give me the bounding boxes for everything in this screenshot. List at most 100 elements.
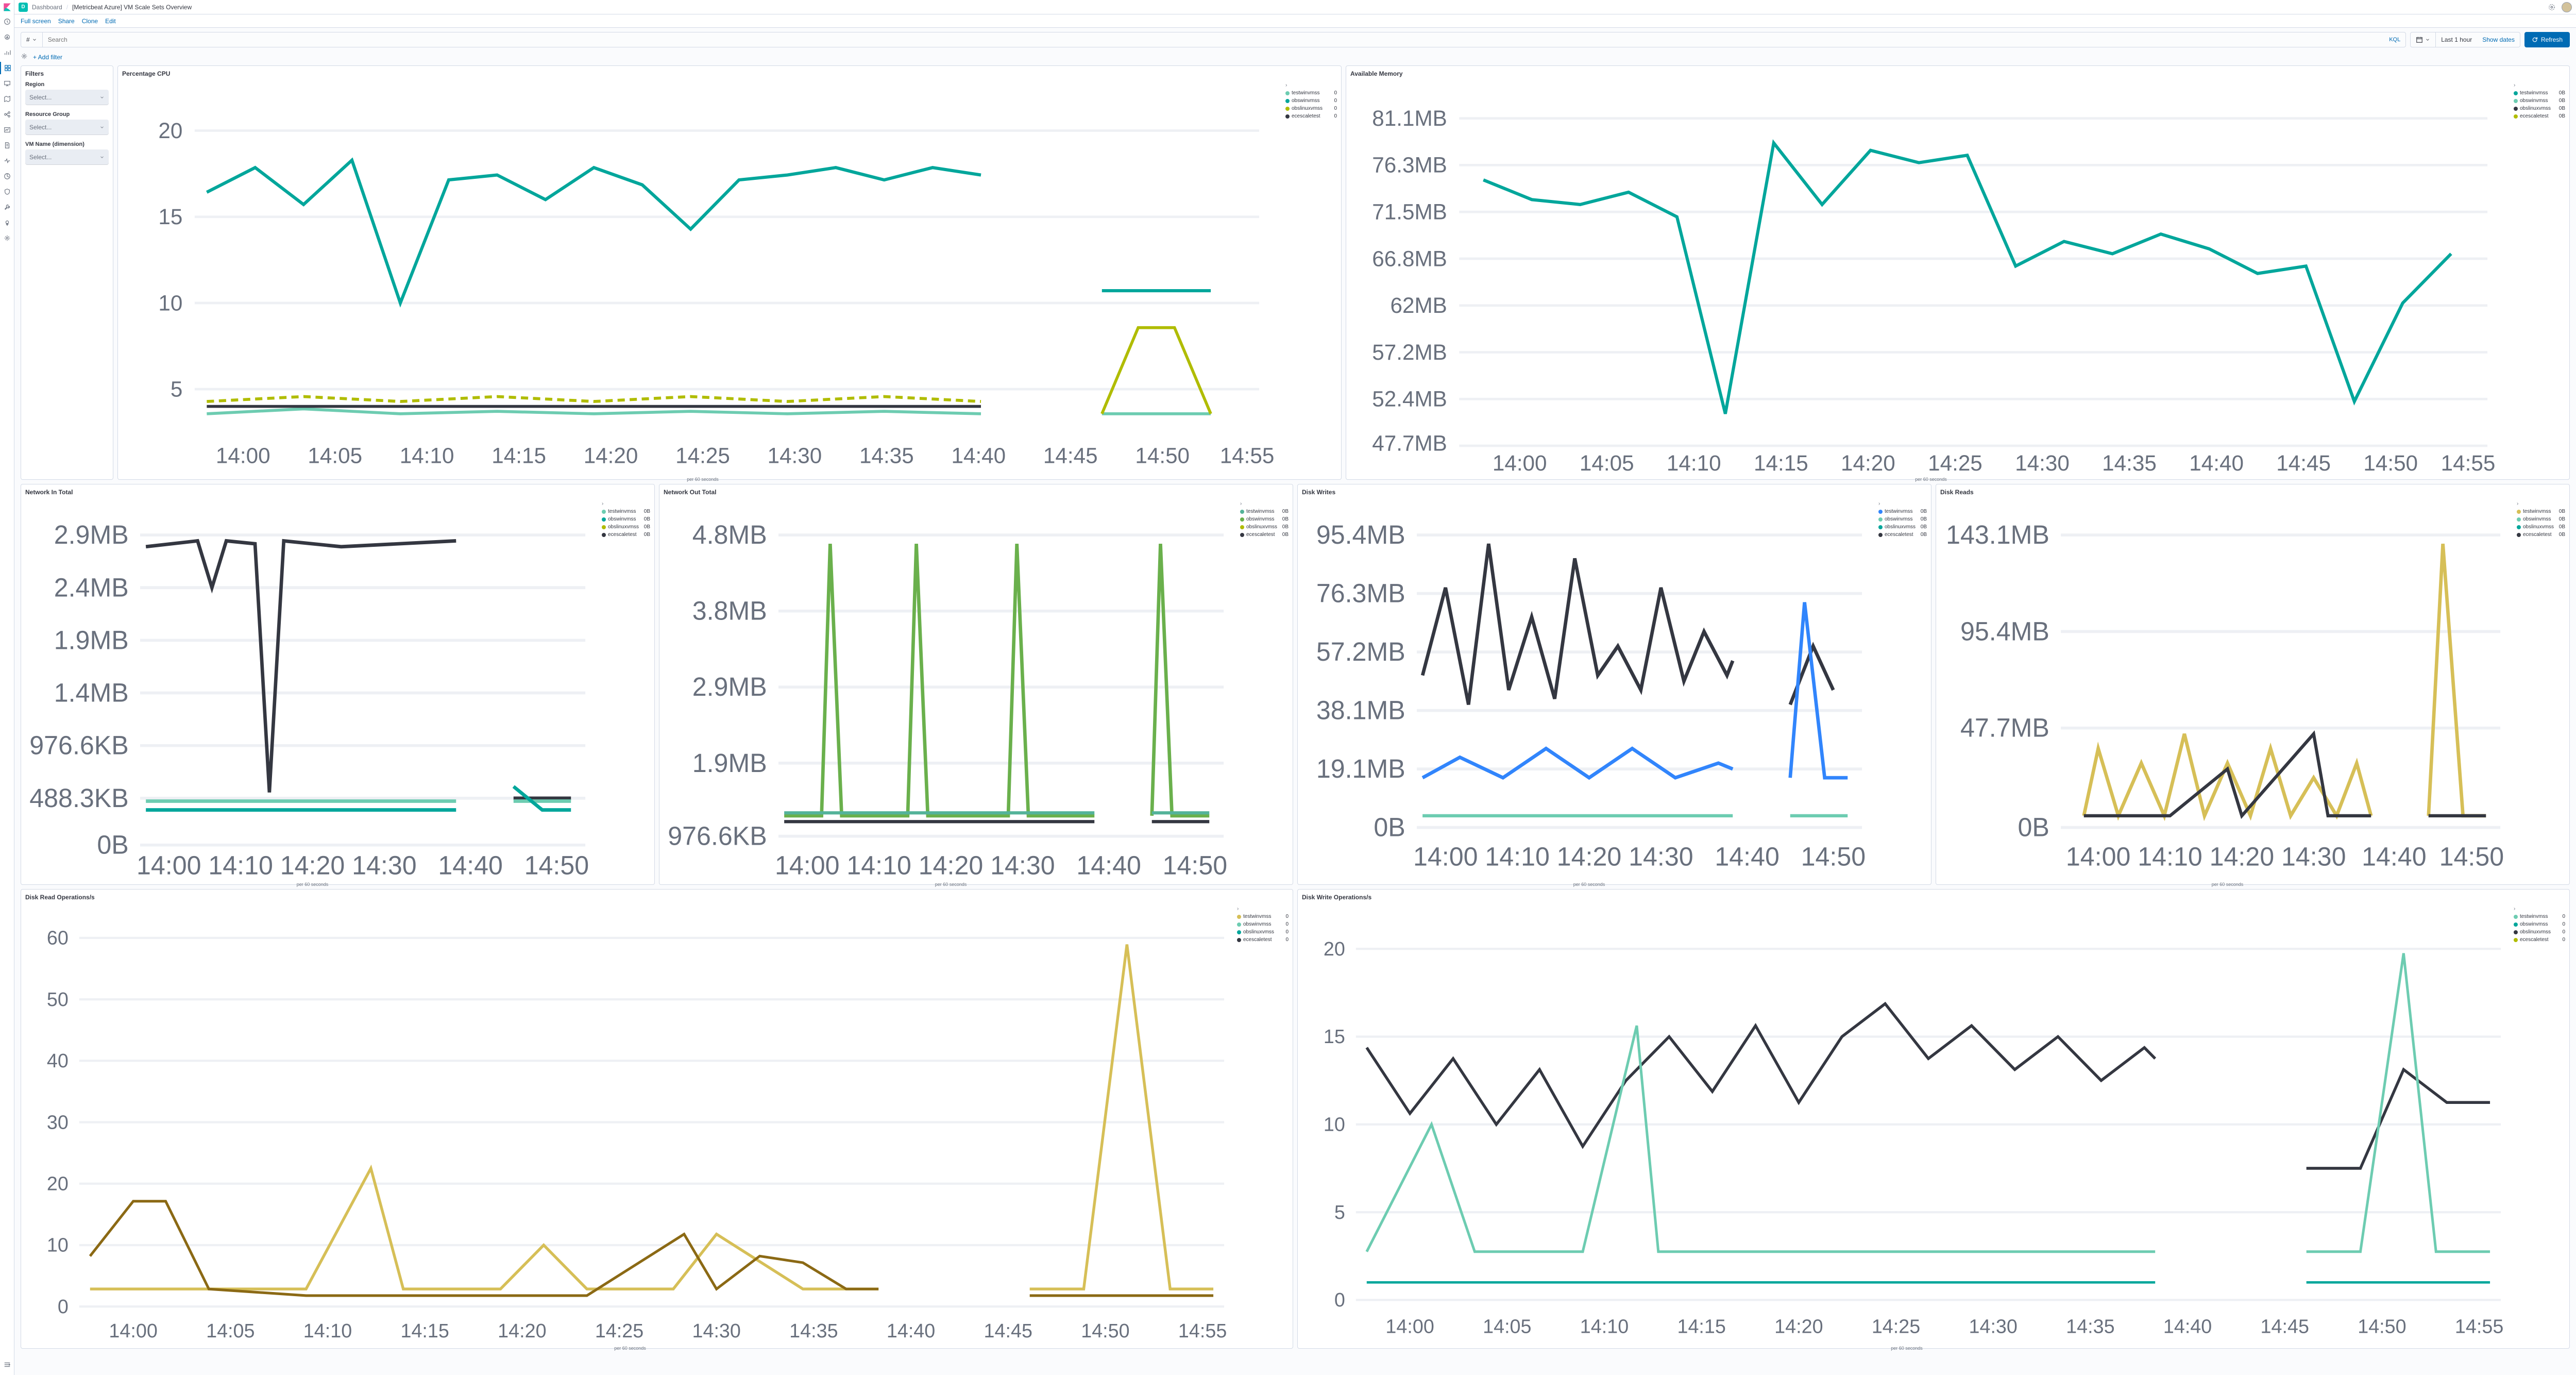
legend-item[interactable]: ecescaletest0 bbox=[1237, 936, 1289, 944]
nav-recently-viewed-icon[interactable] bbox=[0, 15, 14, 28]
dreadops-chart[interactable]: 6050403020100 14:0014:0514:1014:1514:201… bbox=[25, 905, 1235, 1344]
legend-collapse-icon[interactable]: › bbox=[1878, 501, 1880, 507]
legend-item[interactable]: obslinuxvmss0B bbox=[2514, 105, 2565, 112]
legend-collapse-icon[interactable]: › bbox=[1240, 501, 1242, 507]
legend-item[interactable]: obswinvmss0B bbox=[602, 515, 650, 523]
legend-item[interactable]: ecescaletest0 bbox=[2514, 936, 2565, 944]
panel-title: Filters bbox=[25, 70, 109, 77]
refresh-button[interactable]: Refresh bbox=[2524, 32, 2570, 47]
show-dates-link[interactable]: Show dates bbox=[2477, 36, 2520, 43]
dreads-chart[interactable]: 143.1MB95.4MB47.7MB0B 14:0014:1014:2014:… bbox=[1940, 500, 2515, 880]
legend-item[interactable]: ecescaletest0B bbox=[1878, 531, 1927, 539]
rg-select[interactable]: Select... bbox=[25, 120, 109, 135]
legend-item[interactable]: obslinuxvmss0B bbox=[1878, 523, 1927, 531]
nav-apm-icon[interactable] bbox=[0, 155, 14, 167]
svg-text:14:40: 14:40 bbox=[1076, 850, 1141, 880]
svg-text:14:20: 14:20 bbox=[1774, 1316, 1823, 1337]
svg-text:14:10: 14:10 bbox=[2138, 842, 2202, 871]
kibana-logo-icon[interactable] bbox=[2, 2, 12, 12]
svg-text:14:50: 14:50 bbox=[2363, 450, 2418, 475]
legend-item[interactable]: obslinuxvmss0 bbox=[1237, 928, 1289, 936]
nav-ml-icon[interactable] bbox=[0, 108, 14, 121]
legend-item[interactable]: obswinvmss0B bbox=[2514, 97, 2565, 105]
legend-collapse-icon[interactable]: › bbox=[602, 501, 603, 507]
legend-item[interactable]: testwinvmss0B bbox=[2514, 89, 2565, 97]
legend-collapse-icon[interactable]: › bbox=[2514, 906, 2515, 912]
svg-text:10: 10 bbox=[1324, 1114, 1345, 1135]
newsfeed-icon[interactable] bbox=[2547, 3, 2556, 12]
netout-chart[interactable]: 4.8MB3.8MB2.9MB1.9MB976.6KB 14:0014:1014… bbox=[664, 500, 1238, 880]
nav-collapse-icon[interactable] bbox=[0, 1359, 14, 1371]
legend-item[interactable]: testwinvmss0B bbox=[1240, 508, 1289, 515]
legend-item[interactable]: testwinvmss0B bbox=[602, 508, 650, 515]
legend-item[interactable]: obswinvmss0B bbox=[2517, 515, 2565, 523]
legend-item[interactable]: obslinuxvmss0 bbox=[2514, 928, 2565, 936]
dwriteops-chart[interactable]: 20151050 14:0014:0514:1014:1514:2014:251… bbox=[1302, 905, 2512, 1344]
legend-item[interactable]: testwinvmss0B bbox=[1878, 508, 1927, 515]
svg-text:10: 10 bbox=[158, 291, 182, 315]
legend-item[interactable]: ecescaletest0B bbox=[2514, 112, 2565, 120]
legend-item[interactable]: obslinuxvmss0B bbox=[602, 523, 650, 531]
chevron-down-icon bbox=[32, 37, 37, 42]
svg-text:3.8MB: 3.8MB bbox=[692, 596, 767, 626]
svg-text:14:00: 14:00 bbox=[775, 850, 840, 880]
nav-discover-icon[interactable] bbox=[0, 31, 14, 43]
legend-collapse-icon[interactable]: › bbox=[1237, 906, 1239, 912]
svg-text:76.3MB: 76.3MB bbox=[1372, 153, 1447, 177]
user-avatar[interactable] bbox=[2562, 2, 2572, 12]
svg-text:976.6KB: 976.6KB bbox=[29, 731, 128, 761]
add-filter-button[interactable]: + Add filter bbox=[33, 54, 62, 61]
netin-chart[interactable]: 2.9MB2.4MB1.9MB1.4MB976.6KB488.3KB0B 14:… bbox=[25, 500, 600, 880]
dwrites-chart[interactable]: 95.4MB76.3MB57.2MB38.1MB19.1MB0B 14:0014… bbox=[1302, 500, 1876, 880]
calendar-icon[interactable] bbox=[2411, 32, 2436, 47]
nav-siem-icon[interactable] bbox=[0, 186, 14, 198]
svg-text:14:30: 14:30 bbox=[2281, 842, 2346, 871]
nav-metrics-icon[interactable] bbox=[0, 124, 14, 136]
legend-item[interactable]: testwinvmss0B bbox=[2517, 508, 2565, 515]
legend-item[interactable]: obswinvmss0 bbox=[2514, 920, 2565, 928]
mem-chart[interactable]: 81.1MB 76.3MB 71.5MB 66.8MB 62MB 57.2MB … bbox=[1350, 81, 2512, 475]
clone-link[interactable]: Clone bbox=[82, 18, 98, 25]
legend-item[interactable]: obswinvmss0 bbox=[1285, 97, 1337, 105]
legend-item[interactable]: obswinvmss0B bbox=[1878, 515, 1927, 523]
legend-item[interactable]: obswinvmss0B bbox=[1240, 515, 1289, 523]
legend-collapse-icon[interactable]: › bbox=[2514, 82, 2515, 88]
nav-canvas-icon[interactable] bbox=[0, 77, 14, 90]
cpu-chart[interactable]: 20 15 10 5 14:0014:051 bbox=[122, 81, 1283, 475]
legend-item[interactable]: ecescaletest0B bbox=[602, 531, 650, 539]
nav-dev-tools-icon[interactable] bbox=[0, 201, 14, 213]
breadcrumb-app[interactable]: Dashboard bbox=[32, 4, 62, 11]
nav-visualize-icon[interactable] bbox=[0, 46, 14, 59]
legend-item[interactable]: testwinvmss0 bbox=[2514, 913, 2565, 920]
nav-stack-monitoring-icon[interactable] bbox=[0, 216, 14, 229]
legend-item[interactable]: obswinvmss0 bbox=[1237, 920, 1289, 928]
nav-logs-icon[interactable] bbox=[0, 139, 14, 152]
region-select[interactable]: Select... bbox=[25, 90, 109, 105]
legend-item[interactable]: testwinvmss0 bbox=[1285, 89, 1337, 97]
legend-item[interactable]: obslinuxvmss0 bbox=[1285, 105, 1337, 112]
svg-text:5: 5 bbox=[171, 377, 182, 401]
filter-language-toggle[interactable]: # bbox=[21, 32, 43, 47]
share-link[interactable]: Share bbox=[58, 18, 75, 25]
legend-collapse-icon[interactable]: › bbox=[1285, 82, 1287, 88]
legend-item[interactable]: obslinuxvmss0B bbox=[2517, 523, 2565, 531]
vm-select[interactable]: Select... bbox=[25, 149, 109, 165]
svg-text:14:40: 14:40 bbox=[2362, 842, 2427, 871]
nav-management-icon[interactable] bbox=[0, 232, 14, 244]
legend-item[interactable]: testwinvmss0 bbox=[1237, 913, 1289, 920]
legend-item[interactable]: ecescaletest0 bbox=[1285, 112, 1337, 120]
nav-dashboard-icon[interactable] bbox=[0, 62, 14, 74]
search-input[interactable] bbox=[43, 36, 2384, 43]
kql-toggle[interactable]: KQL bbox=[2384, 37, 2405, 43]
date-picker[interactable]: Last 1 hour Show dates bbox=[2410, 32, 2520, 47]
legend-item[interactable]: obslinuxvmss0B bbox=[1240, 523, 1289, 531]
edit-link[interactable]: Edit bbox=[105, 18, 116, 25]
nav-maps-icon[interactable] bbox=[0, 93, 14, 105]
legend-collapse-icon[interactable]: › bbox=[2517, 501, 2518, 507]
x-caption: per 60 seconds bbox=[25, 1346, 1235, 1351]
fullscreen-link[interactable]: Full screen bbox=[21, 18, 51, 25]
legend-item[interactable]: ecescaletest0B bbox=[1240, 531, 1289, 539]
filter-settings-icon[interactable] bbox=[21, 53, 28, 61]
nav-uptime-icon[interactable] bbox=[0, 170, 14, 182]
legend-item[interactable]: ecescaletest0B bbox=[2517, 531, 2565, 539]
